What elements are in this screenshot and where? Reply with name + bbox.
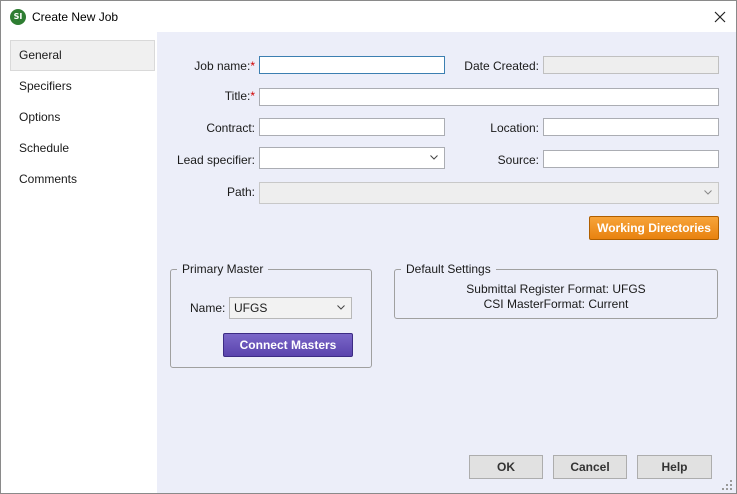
sidebar-item-specifiers[interactable]: Specifiers (10, 71, 155, 102)
close-button[interactable] (705, 5, 735, 29)
location-label: Location: (490, 121, 539, 135)
sidebar-item-options[interactable]: Options (10, 102, 155, 133)
general-panel: Job name:* Date Created: Title:* Contrac… (157, 32, 736, 493)
window-title: Create New Job (32, 10, 119, 24)
chevron-down-icon (704, 190, 712, 195)
sidebar-item-schedule[interactable]: Schedule (10, 133, 155, 164)
sidebar-item-comments[interactable]: Comments (10, 164, 155, 195)
title-label: Title:* (224, 89, 255, 103)
path-label: Path: (226, 185, 255, 199)
master-name-select[interactable]: UFGS (229, 297, 352, 319)
primary-master-group: Primary Master Name: UFGS Connect Master… (170, 262, 372, 368)
contract-label: Contract: (206, 121, 255, 135)
ok-button[interactable]: OK (469, 455, 543, 479)
sidebar: General Specifiers Options Schedule Comm… (7, 38, 157, 489)
working-directories-button[interactable]: Working Directories (589, 216, 719, 240)
connect-masters-button[interactable]: Connect Masters (223, 333, 353, 357)
primary-master-legend: Primary Master (182, 262, 264, 276)
lead-specifier-select[interactable] (259, 147, 445, 169)
create-new-job-dialog: SI Create New Job General Specifiers Opt… (0, 0, 737, 494)
sidebar-item-general[interactable]: General (10, 40, 155, 71)
source-input[interactable] (543, 150, 719, 168)
title-bar: SI Create New Job (1, 1, 736, 32)
csi-masterformat-text: CSI MasterFormat: Current (483, 297, 629, 311)
default-settings-legend: Default Settings (406, 262, 491, 276)
source-label: Source: (497, 153, 539, 167)
chevron-down-icon (430, 155, 438, 160)
path-select (259, 182, 719, 204)
location-input[interactable] (543, 118, 719, 136)
close-icon (714, 11, 726, 23)
date-created-field (543, 56, 719, 74)
lead-specifier-label: Lead specifier: (176, 153, 255, 167)
chevron-down-icon (337, 305, 345, 310)
default-settings-group: Default Settings Submittal Register Form… (394, 262, 718, 319)
job-name-input[interactable] (259, 56, 445, 74)
master-name-value: UFGS (234, 301, 268, 315)
job-name-label: Job name:* (194, 59, 255, 73)
date-created-label: Date Created: (464, 59, 539, 73)
app-logo-icon: SI (10, 9, 26, 25)
cancel-button[interactable]: Cancel (553, 455, 627, 479)
help-button[interactable]: Help (637, 455, 712, 479)
master-name-label: Name: (190, 301, 226, 315)
title-input[interactable] (259, 88, 719, 106)
submittal-register-format-text: Submittal Register Format: UFGS (466, 282, 646, 296)
contract-input[interactable] (259, 118, 445, 136)
resize-grip-icon[interactable] (721, 479, 733, 491)
